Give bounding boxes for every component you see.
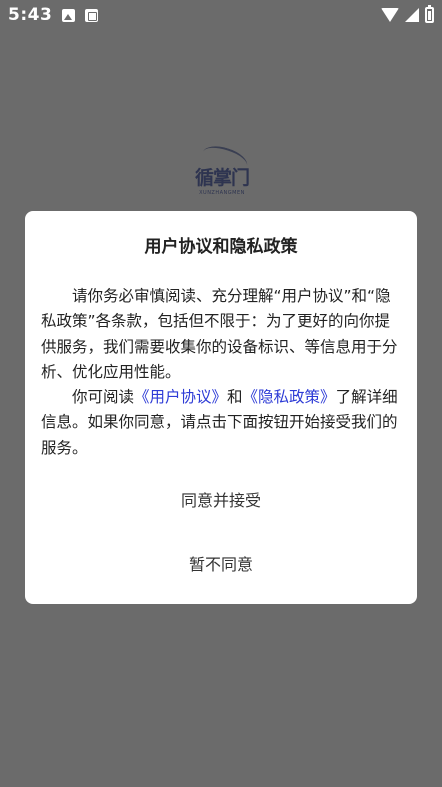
image-icon (62, 8, 76, 22)
paragraph-2-prefix: 你可阅读 (72, 388, 135, 407)
user-agreement-link[interactable]: 《用户协议》 (134, 388, 227, 406)
status-bar: 5:43 (0, 0, 442, 30)
agreement-dialog: 用户协议和隐私政策 请你务必审慎阅读、充分理解“用户协议”和“隐私政策”各条款，… (25, 211, 417, 604)
dialog-body: 请你务必审慎阅读、充分理解“用户协议”和“隐私政策”各条款，包括但不限于：为了更… (41, 284, 401, 461)
wifi-icon (381, 8, 399, 22)
app-logo: 循掌门 XUNZHANGMEN (190, 141, 254, 200)
paragraph-2-and: 和 (227, 388, 243, 407)
dialog-paragraph-2: 你可阅读《用户协议》和《隐私政策》了解详细信息。如果你同意，请点击下面按钮开始接… (41, 385, 401, 461)
privacy-policy-link[interactable]: 《隐私政策》 (243, 388, 336, 406)
app-icon (85, 8, 99, 22)
logo-subtext: XUNZHANGMEN (199, 189, 245, 196)
battery-icon (425, 5, 434, 23)
dialog-title: 用户协议和隐私政策 (144, 237, 298, 257)
disagree-button[interactable]: 暂不同意 (25, 543, 417, 583)
status-time: 5:43 (8, 5, 53, 25)
dialog-paragraph-1: 请你务必审慎阅读、充分理解“用户协议”和“隐私政策”各条款，包括但不限于：为了更… (41, 287, 398, 381)
status-icons (381, 5, 434, 23)
agree-button[interactable]: 同意并接受 (25, 479, 417, 519)
signal-icon (405, 8, 419, 22)
